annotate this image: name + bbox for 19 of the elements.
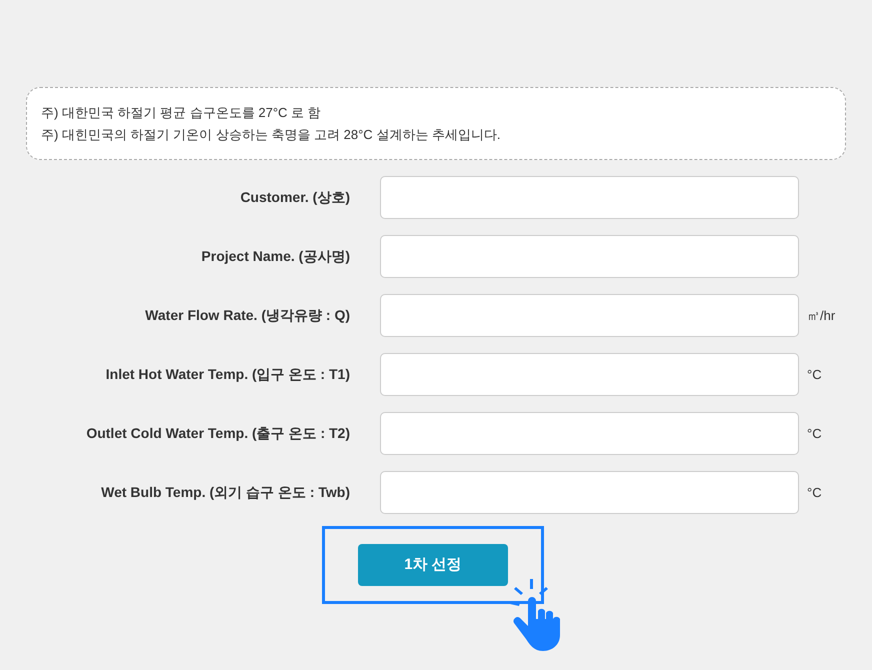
input-field[interactable]: [380, 176, 799, 219]
field-label: Wet Bulb Temp. (외기 습구 온도 : Twb): [100, 483, 350, 502]
unit-label: ㎥/hr: [807, 306, 836, 325]
field-label: Water Flow Rate. (냉각유량 : Q): [144, 306, 350, 325]
field-label: Outlet Cold Water Temp. (출구 온도 : T2): [85, 424, 350, 443]
unit-label: °C: [807, 424, 822, 443]
note-text: 주) 대한민국 하절기 평균 습구온도를 27°C 로 함: [41, 104, 322, 122]
unit-label: °C: [807, 484, 822, 502]
select-button[interactable]: 1차 선정: [358, 544, 508, 586]
field-label: Project Name. (공사명): [200, 247, 350, 266]
input-field[interactable]: [380, 412, 799, 455]
note-text: 주) 대힌민국의 하절기 기온이 상승하는 축명을 고려 28°C 설계하는 추세입니다.: [41, 126, 502, 144]
input-field[interactable]: [380, 235, 799, 278]
input-field[interactable]: [380, 294, 799, 337]
input-field[interactable]: [380, 471, 799, 514]
unit-label: °C: [807, 366, 822, 384]
field-label: Inlet Hot Water Temp. (입구 온도 : T1): [104, 365, 350, 384]
input-field[interactable]: [380, 353, 799, 396]
field-label: Customer. (상호): [239, 188, 350, 207]
